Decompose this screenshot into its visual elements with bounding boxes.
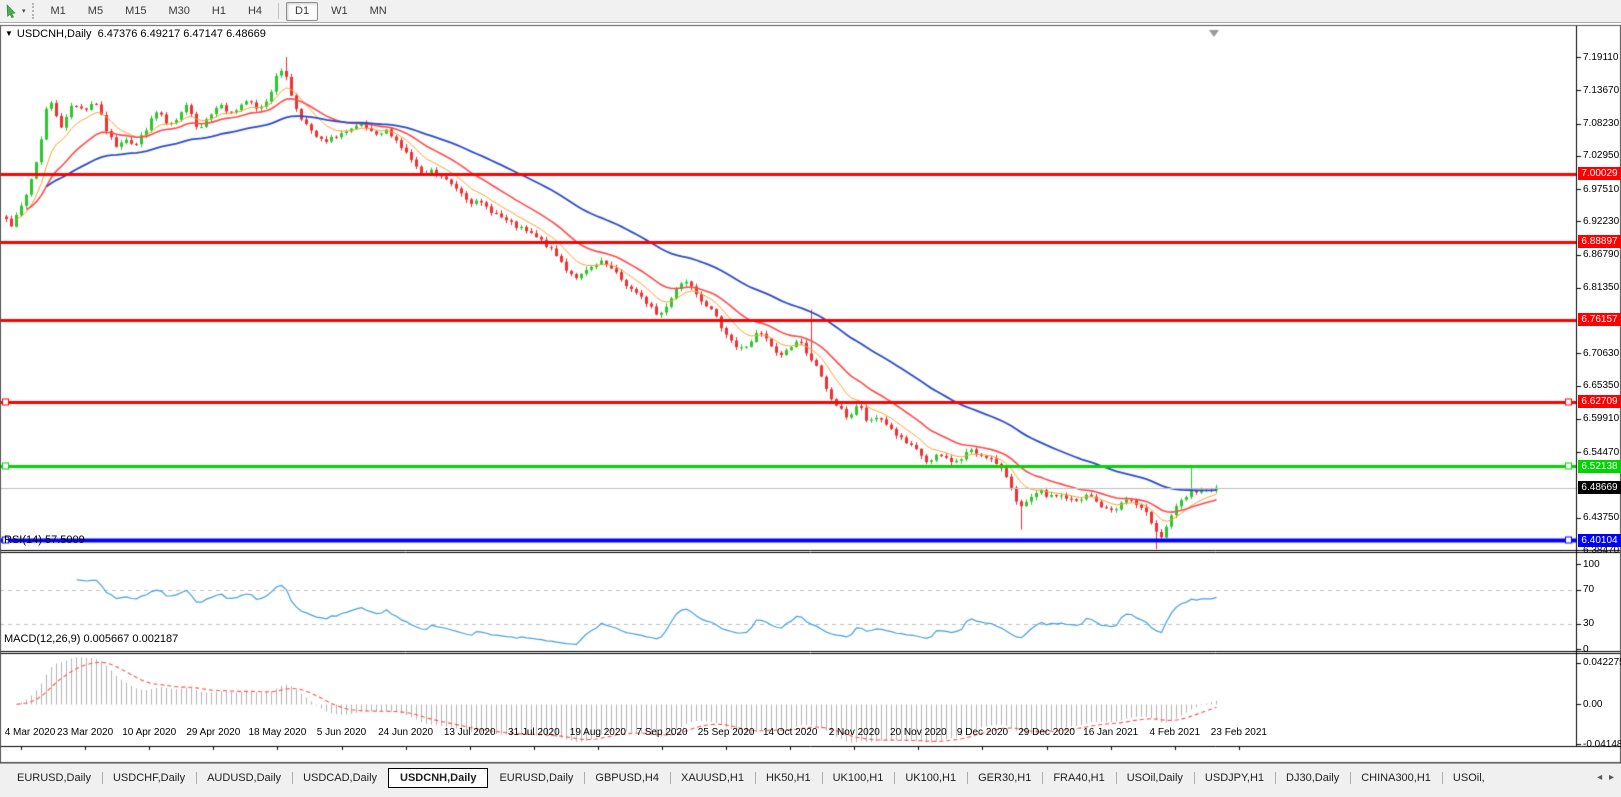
timeframe-button-h1[interactable]: H1 bbox=[203, 2, 235, 21]
price-level-label: 6.52138 bbox=[1578, 460, 1621, 473]
macd-axis-tick: 0.042275 bbox=[1583, 657, 1621, 668]
price-level-label: 6.48669 bbox=[1578, 481, 1621, 494]
timeframe-button-d1[interactable]: D1 bbox=[286, 2, 318, 21]
price-level-label: 6.88897 bbox=[1578, 235, 1621, 248]
symbol-tab[interactable]: DJ30,Daily bbox=[1275, 768, 1350, 788]
symbol-tab[interactable]: USDCAD,Daily bbox=[292, 768, 388, 788]
symbol-tab[interactable]: EURUSD,Daily bbox=[6, 768, 102, 788]
symbol-tab[interactable]: GBPUSD,H4 bbox=[584, 768, 670, 788]
rsi-axis-tick: 30 bbox=[1583, 618, 1594, 629]
timeframe-button-m1[interactable]: M1 bbox=[42, 2, 75, 21]
symbol-tab[interactable]: AUDUSD,Daily bbox=[196, 768, 292, 788]
date-axis-label: 14 Oct 2020 bbox=[763, 727, 817, 738]
date-axis-label: 9 Dec 2020 bbox=[957, 727, 1008, 738]
toolbar: ▾ M1M5M15M30 H1H4 D1W1MN bbox=[0, 0, 1621, 23]
symbol-tab[interactable]: HK50,H1 bbox=[755, 768, 822, 788]
symbol-tab-active[interactable]: USDCNH,Daily bbox=[388, 768, 488, 788]
price-axis-tick: 6.43750 bbox=[1583, 512, 1619, 523]
chevron-down-icon[interactable]: ▾ bbox=[22, 7, 26, 15]
macd-axis-tick: -0.04148 bbox=[1583, 739, 1621, 750]
timeframe-button-mn[interactable]: MN bbox=[361, 2, 396, 21]
toolbar-separator bbox=[278, 3, 279, 19]
price-axis-tick: 6.86790 bbox=[1583, 249, 1619, 260]
price-axis-tick: 6.59910 bbox=[1583, 413, 1619, 424]
price-level-label: 6.62709 bbox=[1578, 395, 1621, 408]
date-axis-label: 13 Jul 2020 bbox=[444, 727, 496, 738]
price-axis-tick: 6.70630 bbox=[1583, 348, 1619, 359]
tab-scroll-arrows: ◂ ▸ bbox=[1592, 772, 1619, 783]
trading-platform-window: ▾ M1M5M15M30 H1H4 D1W1MN ▼ USDCNH,Daily 6.4… bbox=[0, 0, 1621, 797]
date-axis-label: 20 Nov 2020 bbox=[890, 727, 947, 738]
rsi-indicator-label: RSI(14) 57.5009 bbox=[4, 534, 85, 546]
chart-ohlc-values: 6.47376 6.49217 6.47147 6.48669 bbox=[98, 28, 266, 40]
symbol-tab[interactable]: FRA40,H1 bbox=[1042, 768, 1115, 788]
rsi-axis-tick: 100 bbox=[1583, 559, 1600, 570]
tabs-scroll-left-icon[interactable]: ◂ bbox=[1597, 772, 1602, 783]
date-axis-label: 24 Jun 2020 bbox=[378, 727, 433, 738]
price-chart-canvas[interactable] bbox=[0, 23, 1621, 763]
toolbar-grip[interactable] bbox=[32, 3, 34, 19]
date-axis-label: 4 Feb 2021 bbox=[1149, 727, 1200, 738]
date-axis-label: 10 Apr 2020 bbox=[122, 727, 176, 738]
price-axis-tick: 6.97510 bbox=[1583, 184, 1619, 195]
date-axis-label: 29 Dec 2020 bbox=[1018, 727, 1075, 738]
timeframe-button-m15[interactable]: M15 bbox=[116, 2, 155, 21]
date-axis-label: 23 Feb 2021 bbox=[1211, 727, 1267, 738]
symbol-tab[interactable]: GER30,H1 bbox=[967, 768, 1042, 788]
timeframe-button-group: M1M5M15M30 H1H4 D1W1MN bbox=[40, 2, 398, 21]
tabs-strip: EURUSD,DailyUSDCHF,DailyAUDUSD,DailyUSDC… bbox=[0, 764, 1621, 788]
symbol-tab-bar: EURUSD,DailyUSDCHF,DailyAUDUSD,DailyUSDC… bbox=[0, 763, 1621, 797]
chart-title: ▼ USDCNH,Daily 6.47376 6.49217 6.47147 6.… bbox=[5, 28, 266, 40]
price-axis-tick: 6.92230 bbox=[1583, 216, 1619, 227]
symbol-tab[interactable]: XAUUSD,H1 bbox=[670, 768, 755, 788]
price-axis-tick: 7.02950 bbox=[1583, 150, 1619, 161]
date-axis-label: 18 May 2020 bbox=[248, 727, 306, 738]
macd-indicator-label: MACD(12,26,9) 0.005667 0.002187 bbox=[4, 633, 178, 645]
date-axis-label: 23 Mar 2020 bbox=[57, 727, 113, 738]
rsi-axis-tick: 0 bbox=[1583, 644, 1589, 655]
tabs-scroll-right-icon[interactable]: ▸ bbox=[1609, 772, 1614, 783]
date-axis-label: 25 Sep 2020 bbox=[698, 727, 755, 738]
price-level-label: 7.00029 bbox=[1578, 167, 1621, 180]
price-axis-tick: 6.54470 bbox=[1583, 447, 1619, 458]
symbol-tab[interactable]: UK100,H1 bbox=[822, 768, 895, 788]
symbol-tab[interactable]: UK100,H1 bbox=[894, 768, 967, 788]
symbol-tab[interactable]: USDCHF,Daily bbox=[102, 768, 196, 788]
timeframe-button-w1[interactable]: W1 bbox=[322, 2, 357, 21]
chart-tool-icon[interactable] bbox=[3, 2, 21, 20]
price-axis-tick: 7.08230 bbox=[1583, 118, 1619, 129]
date-axis-label: 19 Aug 2020 bbox=[570, 727, 626, 738]
price-axis-tick: 6.65350 bbox=[1583, 380, 1619, 391]
price-axis-tick: 7.13670 bbox=[1583, 85, 1619, 96]
price-level-label: 6.76157 bbox=[1578, 313, 1621, 326]
chart-window: ▼ USDCNH,Daily 6.47376 6.49217 6.47147 6.… bbox=[0, 23, 1621, 763]
symbol-tab[interactable]: EURUSD,Daily bbox=[488, 768, 584, 788]
date-axis-label: 5 Jun 2020 bbox=[317, 727, 367, 738]
symbol-tab[interactable]: USOil,Daily bbox=[1116, 768, 1194, 788]
date-axis-label: 4 Mar 2020 bbox=[5, 727, 56, 738]
date-axis-label: 2 Nov 2020 bbox=[829, 727, 880, 738]
chart-symbol-label: USDCNH,Daily bbox=[17, 28, 92, 40]
timeframe-button-h4[interactable]: H4 bbox=[239, 2, 271, 21]
collapse-indicator-icon[interactable]: ▼ bbox=[5, 29, 13, 38]
date-axis-label: 16 Jan 2021 bbox=[1083, 727, 1138, 738]
cursor-arrow-icon bbox=[5, 4, 19, 18]
symbol-tab[interactable]: USOil, bbox=[1442, 768, 1496, 788]
price-axis-tick: 7.19110 bbox=[1583, 52, 1618, 63]
timeframe-button-m5[interactable]: M5 bbox=[79, 2, 112, 21]
symbol-tab[interactable]: USDJPY,H1 bbox=[1194, 768, 1275, 788]
symbol-tab[interactable]: CHINA300,H1 bbox=[1350, 768, 1442, 788]
date-axis-label: 31 Jul 2020 bbox=[508, 727, 560, 738]
price-axis-tick: 6.81350 bbox=[1583, 282, 1619, 293]
rsi-axis-tick: 70 bbox=[1583, 584, 1594, 595]
date-axis-label: 29 Apr 2020 bbox=[186, 727, 240, 738]
date-axis-label: 7 Sep 2020 bbox=[636, 727, 687, 738]
macd-axis-tick: 0.00 bbox=[1583, 699, 1602, 710]
price-level-label: 6.40104 bbox=[1578, 534, 1621, 547]
timeframe-button-m30[interactable]: M30 bbox=[159, 2, 198, 21]
